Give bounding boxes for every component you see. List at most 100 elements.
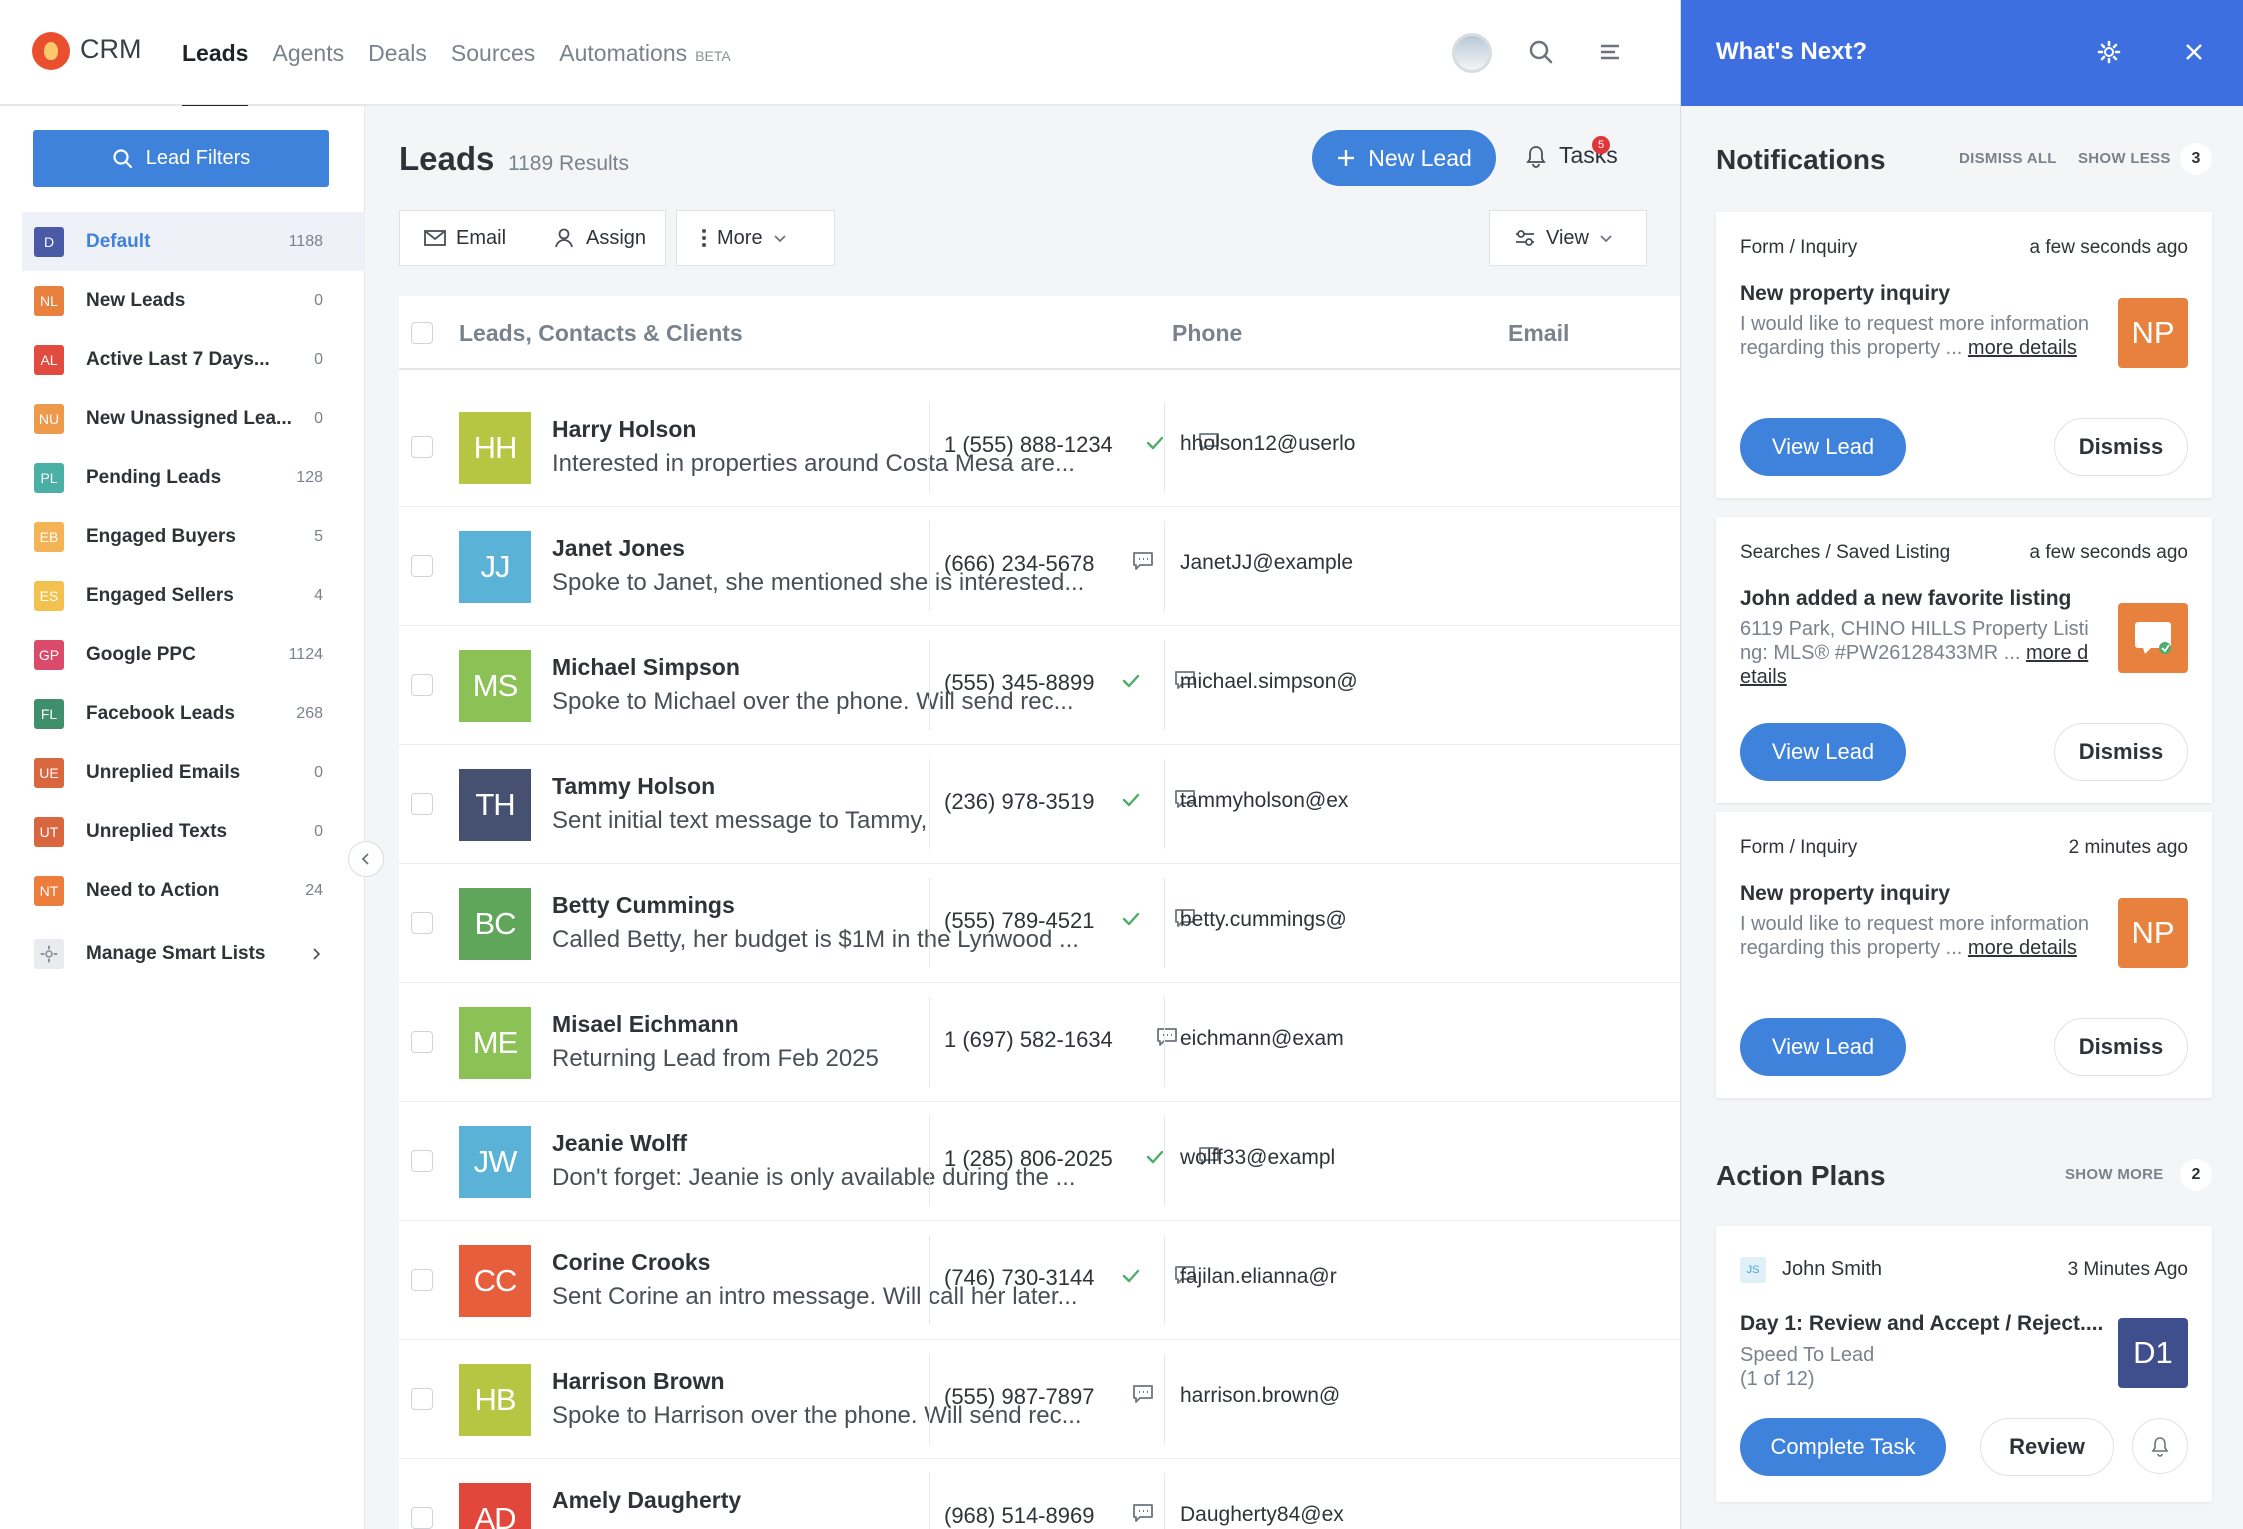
lead-phone[interactable]: (555) 345-8899 (944, 670, 1094, 696)
search-icon[interactable] (1527, 38, 1555, 66)
lead-name[interactable]: Misael Eichmann (552, 1011, 739, 1038)
complete-task-button[interactable]: Complete Task (1740, 1418, 1946, 1476)
view-lead-button[interactable]: View Lead (1740, 418, 1906, 476)
lead-name[interactable]: Michael Simpson (552, 654, 740, 681)
show-less-link[interactable]: SHOW LESS (2078, 150, 2171, 167)
sidebar-item[interactable]: NT Need to Action 24 (22, 861, 365, 920)
sidebar-item[interactable]: PL Pending Leads 128 (22, 448, 365, 507)
nav-sources[interactable]: Sources (451, 0, 535, 106)
nav-automations[interactable]: Automations BETA (559, 0, 730, 106)
row-checkbox[interactable] (411, 436, 433, 458)
view-button[interactable]: View (1489, 210, 1647, 266)
table-row[interactable]: JJ Janet Jones Spoke to Janet, she mention… (399, 507, 1680, 626)
lead-avatar[interactable]: JW (459, 1126, 531, 1198)
sidebar-item[interactable]: NL New Leads 0 (22, 271, 365, 330)
collapse-sidebar-button[interactable] (348, 841, 384, 877)
lead-email[interactable]: wolff33@exampl (1180, 1146, 1335, 1170)
lead-avatar[interactable]: HB (459, 1364, 531, 1436)
manage-smart-lists[interactable]: Manage Smart Lists (22, 924, 365, 983)
lead-phone[interactable]: (968) 514-8969 (944, 1503, 1094, 1529)
dismiss-button[interactable]: Dismiss (2054, 1018, 2188, 1076)
text-message-icon[interactable] (1132, 1503, 1154, 1528)
nav-agents[interactable]: Agents (272, 0, 344, 106)
lead-phone[interactable]: (746) 730-3144 (944, 1265, 1094, 1291)
lead-phone[interactable]: (555) 789-4521 (944, 908, 1094, 934)
show-more-link[interactable]: SHOW MORE (2065, 1166, 2164, 1183)
table-row[interactable]: TH Tammy Holson Sent initial text message … (399, 745, 1680, 864)
close-icon[interactable] (2184, 42, 2204, 62)
lead-avatar[interactable]: AD (459, 1483, 531, 1529)
lead-phone[interactable]: (555) 987-7897 (944, 1384, 1094, 1410)
more-button[interactable]: More (676, 210, 835, 266)
lead-name[interactable]: Amely Daugherty (552, 1487, 741, 1514)
row-checkbox[interactable] (411, 1150, 433, 1172)
email-button[interactable]: Email (400, 211, 530, 265)
lead-avatar[interactable]: MS (459, 650, 531, 722)
nav-leads[interactable]: Leads (182, 0, 249, 108)
table-row[interactable]: CC Corine Crooks Sent Corine an intro mess… (399, 1221, 1680, 1340)
sidebar-item[interactable]: FL Facebook Leads 268 (22, 684, 365, 743)
lead-phone[interactable]: 1 (285) 806-2025 (944, 1146, 1113, 1172)
sidebar-item[interactable]: ES Engaged Sellers 4 (22, 566, 365, 625)
lead-phone[interactable]: 1 (555) 888-1234 (944, 432, 1113, 458)
column-header-email[interactable]: Email (1508, 296, 1569, 370)
lead-name[interactable]: Janet Jones (552, 535, 685, 562)
lead-avatar[interactable]: BC (459, 888, 531, 960)
menu-icon[interactable] (1597, 38, 1625, 66)
gear-icon[interactable] (2097, 40, 2121, 64)
text-message-icon[interactable] (1132, 1384, 1154, 1409)
tasks-button[interactable]: Tasks 5 (1525, 136, 1618, 169)
row-checkbox[interactable] (411, 674, 433, 696)
lead-email[interactable]: hholson12@userlo (1180, 432, 1355, 456)
row-checkbox[interactable] (411, 1031, 433, 1053)
lead-email[interactable]: harrison.brown@ (1180, 1384, 1340, 1408)
dismiss-button[interactable]: Dismiss (2054, 418, 2188, 476)
column-header-phone[interactable]: Phone (1172, 296, 1242, 370)
row-checkbox[interactable] (411, 555, 433, 577)
row-checkbox[interactable] (411, 1269, 433, 1291)
column-header-name[interactable]: Leads, Contacts & Clients (459, 296, 743, 370)
assign-button[interactable]: Assign (530, 211, 670, 265)
sidebar-item[interactable]: D Default 1188 (22, 212, 365, 271)
table-row[interactable]: AD Amely Daugherty (968) 514-8969 Daugherty… (399, 1459, 1680, 1529)
nav-deals[interactable]: Deals (368, 0, 427, 106)
table-row[interactable]: MS Michael Simpson Spoke to Michael over t… (399, 626, 1680, 745)
lead-email[interactable]: betty.cummings@ (1180, 908, 1347, 932)
more-details-link[interactable]: more details (1968, 337, 2077, 359)
sidebar-item[interactable]: NU New Unassigned Lea... 0 (22, 389, 365, 448)
lead-phone[interactable]: 1 (697) 582-1634 (944, 1027, 1113, 1053)
lead-email[interactable]: JanetJJ@example (1180, 551, 1353, 575)
lead-name[interactable]: Corine Crooks (552, 1249, 710, 1276)
lead-email[interactable]: tammyholson@ex (1180, 789, 1348, 813)
row-checkbox[interactable] (411, 912, 433, 934)
text-message-icon[interactable] (1132, 551, 1154, 576)
row-checkbox[interactable] (411, 1388, 433, 1410)
lead-name[interactable]: Betty Cummings (552, 892, 735, 919)
review-button[interactable]: Review (1980, 1418, 2114, 1476)
lead-avatar[interactable]: ME (459, 1007, 531, 1079)
lead-filters-button[interactable]: Lead Filters (33, 130, 329, 187)
lead-name[interactable]: Tammy Holson (552, 773, 715, 800)
select-all-checkbox[interactable] (411, 322, 433, 344)
lead-name[interactable]: Harry Holson (552, 416, 696, 443)
more-details-link[interactable]: more details (1968, 937, 2077, 959)
lead-email[interactable]: fajilan.elianna@r (1180, 1265, 1337, 1289)
table-row[interactable]: HB Harrison Brown Spoke to Harrison over t… (399, 1340, 1680, 1459)
dismiss-button[interactable]: Dismiss (2054, 723, 2188, 781)
text-message-icon[interactable] (1156, 1027, 1178, 1052)
lead-avatar[interactable]: JJ (459, 531, 531, 603)
lead-phone[interactable]: (236) 978-3519 (944, 789, 1094, 815)
crm-logo-icon[interactable] (32, 32, 70, 70)
view-lead-button[interactable]: View Lead (1740, 1018, 1906, 1076)
sidebar-item[interactable]: EB Engaged Buyers 5 (22, 507, 365, 566)
lead-phone[interactable]: (666) 234-5678 (944, 551, 1094, 577)
lead-email[interactable]: Daugherty84@ex (1180, 1503, 1344, 1527)
lead-avatar[interactable]: CC (459, 1245, 531, 1317)
lead-name[interactable]: Harrison Brown (552, 1368, 725, 1395)
row-checkbox[interactable] (411, 793, 433, 815)
lead-avatar[interactable]: HH (459, 412, 531, 484)
snooze-button[interactable] (2132, 1418, 2188, 1474)
lead-name[interactable]: Jeanie Wolff (552, 1130, 687, 1157)
user-avatar[interactable] (1452, 33, 1492, 73)
sidebar-item[interactable]: AL Active Last 7 Days... 0 (22, 330, 365, 389)
